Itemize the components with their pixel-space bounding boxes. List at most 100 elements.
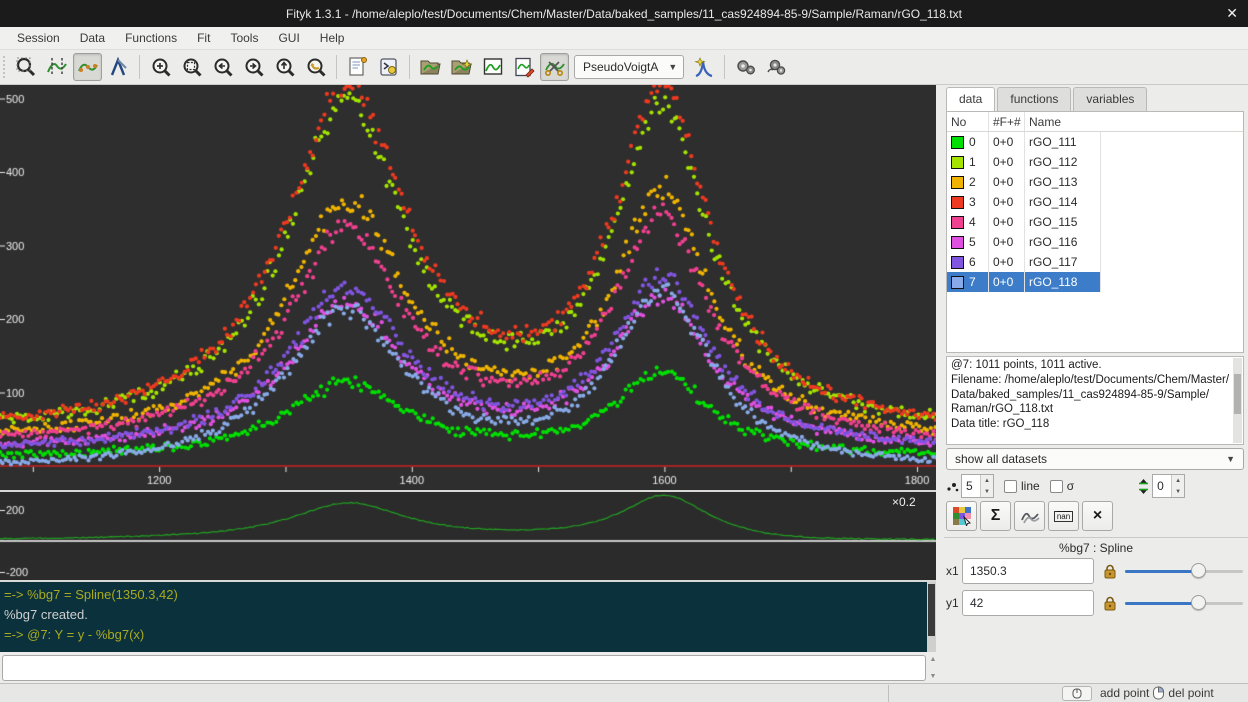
- shift-spinner[interactable]: 0 ▲▼: [1152, 474, 1185, 498]
- param-label: x1: [946, 564, 962, 578]
- line-checkbox[interactable]: [1004, 480, 1017, 493]
- data-range-mode-icon[interactable]: [42, 53, 71, 81]
- tool-bar: PseudoVoigtA ▼: [0, 50, 1248, 85]
- console-scrollbar[interactable]: [927, 582, 936, 652]
- add-peak-mode-icon[interactable]: [104, 53, 133, 81]
- dataset-color-swatch: [951, 256, 964, 269]
- menu-session[interactable]: Session: [8, 28, 69, 48]
- execute-script-icon[interactable]: [374, 53, 403, 81]
- aux-plot-canvas[interactable]: [0, 492, 936, 580]
- col-f: #F+#: [989, 112, 1025, 131]
- mouse-hints: add point del point: [1100, 686, 1214, 700]
- sigma-checkbox[interactable]: [1050, 480, 1063, 493]
- dataset-info-panel: @7: 1011 points, 1011 active.Filename: /…: [946, 356, 1244, 445]
- nan-glyph: nan: [1054, 511, 1073, 522]
- statusbar-divider: [888, 685, 889, 702]
- menu-gui[interactable]: GUI: [269, 28, 308, 48]
- zoom-mode-icon[interactable]: [11, 53, 40, 81]
- table-row[interactable]: 00+0rGO_111: [947, 132, 1243, 152]
- mouse-hint-button[interactable]: [1062, 686, 1092, 701]
- dataset-color-swatch: [951, 276, 964, 289]
- param-row-y1: y1 42: [944, 590, 1248, 616]
- param-y1-slider[interactable]: [1125, 595, 1243, 611]
- zoom-left-icon[interactable]: [208, 53, 237, 81]
- sidebar: data functions variables No #F+# Name 00…: [944, 85, 1248, 683]
- tab-data[interactable]: data: [946, 87, 995, 111]
- zoom-in-icon[interactable]: [146, 53, 175, 81]
- table-row[interactable]: 30+0rGO_114: [947, 192, 1243, 212]
- dataset-table-body: 00+0rGO_11110+0rGO_11220+0rGO_11330+0rGO…: [947, 132, 1243, 292]
- table-row[interactable]: 60+0rGO_117: [947, 252, 1243, 272]
- menu-tools[interactable]: Tools: [221, 28, 267, 48]
- tab-variables[interactable]: variables: [1073, 87, 1147, 111]
- tab-functions[interactable]: functions: [997, 87, 1071, 111]
- param-row-x1: x1 1350.3: [944, 558, 1248, 584]
- chevron-down-icon: ▼: [1226, 454, 1235, 464]
- append-data-icon[interactable]: [447, 53, 476, 81]
- delete-dataset-button[interactable]: ×: [1082, 501, 1113, 531]
- shift-value: 0: [1153, 475, 1171, 497]
- dataset-color-swatch: [951, 196, 964, 209]
- open-data-icon[interactable]: [416, 53, 445, 81]
- export-plot-icon[interactable]: [478, 53, 507, 81]
- run-fit-icon[interactable]: [731, 53, 760, 81]
- zoom-all-icon[interactable]: [177, 53, 206, 81]
- zoom-vertical-icon[interactable]: [270, 53, 299, 81]
- info-scrollbar[interactable]: [1233, 358, 1242, 443]
- function-type-value: PseudoVoigtA: [583, 60, 658, 74]
- menu-help[interactable]: Help: [311, 28, 354, 48]
- mouse-right-button-icon: [1152, 686, 1165, 700]
- param-x1-slider[interactable]: [1125, 563, 1243, 579]
- show-datasets-dropdown[interactable]: show all datasets ▼: [946, 448, 1244, 470]
- continue-fit-icon[interactable]: [762, 53, 791, 81]
- dataset-table: No #F+# Name 00+0rGO_11110+0rGO_11220+0r…: [946, 111, 1244, 353]
- sum-datasets-button[interactable]: Σ: [980, 501, 1011, 531]
- dataset-colors-button[interactable]: [946, 501, 977, 531]
- strip-background-icon[interactable]: [540, 53, 569, 81]
- param-x1-input[interactable]: 1350.3: [962, 558, 1094, 584]
- menu-functions[interactable]: Functions: [116, 28, 186, 48]
- auto-add-peak-icon[interactable]: [689, 53, 718, 81]
- param-y1-input[interactable]: 42: [962, 590, 1094, 616]
- spin-down-icon[interactable]: ▼: [1172, 486, 1184, 497]
- menu-fit[interactable]: Fit: [188, 28, 219, 48]
- spin-up-icon[interactable]: ▲: [1172, 475, 1184, 486]
- sigma-glyph: Σ: [991, 507, 1001, 525]
- zoom-right-icon[interactable]: [239, 53, 268, 81]
- spin-up-icon[interactable]: ▲: [981, 475, 993, 486]
- aux-scale-label: ×0.2: [892, 495, 916, 509]
- table-row[interactable]: 20+0rGO_113: [947, 172, 1243, 192]
- point-size-spinner[interactable]: 5 ▲▼: [961, 474, 994, 498]
- param-x1-value: 1350.3: [970, 564, 1007, 578]
- baseline-mode-icon[interactable]: [73, 53, 102, 81]
- data-shift-icon: [1138, 479, 1149, 494]
- del-point-hint: del point: [1168, 686, 1213, 700]
- table-row[interactable]: 40+0rGO_115: [947, 212, 1243, 232]
- param-label: y1: [946, 596, 962, 610]
- table-row[interactable]: 50+0rGO_116: [947, 232, 1243, 252]
- dataset-buttons-row: Σ nan ×: [946, 501, 1113, 531]
- main-plot-canvas[interactable]: [0, 85, 936, 490]
- function-type-select[interactable]: PseudoVoigtA ▼: [574, 55, 684, 79]
- table-row[interactable]: 70+0rGO_118: [947, 272, 1243, 292]
- function-panel-title: %bg7 : Spline: [944, 541, 1248, 555]
- menu-bar: Session Data Functions Fit Tools GUI Hel…: [0, 27, 1248, 50]
- table-row[interactable]: 10+0rGO_112: [947, 152, 1243, 172]
- lock-icon[interactable]: [1103, 564, 1117, 579]
- point-size-icon: [946, 480, 959, 493]
- previous-zoom-icon[interactable]: [301, 53, 330, 81]
- window-title: Fityk 1.3.1 - /home/aleplo/test/Document…: [286, 7, 962, 21]
- close-icon[interactable]: ✕: [1226, 5, 1238, 22]
- edit-script-icon[interactable]: [343, 53, 372, 81]
- panel-separator: [944, 537, 1248, 538]
- dataset-color-swatch: [951, 176, 964, 189]
- command-input[interactable]: [2, 655, 926, 681]
- vertical-splitter[interactable]: [936, 85, 944, 683]
- spin-down-icon[interactable]: ▼: [981, 486, 993, 497]
- info-text: @7: 1011 points, 1011 active.Filename: /…: [951, 358, 1231, 432]
- menu-data[interactable]: Data: [71, 28, 114, 48]
- remove-nan-button[interactable]: nan: [1048, 501, 1079, 531]
- copy-dataset-button[interactable]: [1014, 501, 1045, 531]
- save-session-icon[interactable]: [509, 53, 538, 81]
- lock-icon[interactable]: [1103, 596, 1117, 611]
